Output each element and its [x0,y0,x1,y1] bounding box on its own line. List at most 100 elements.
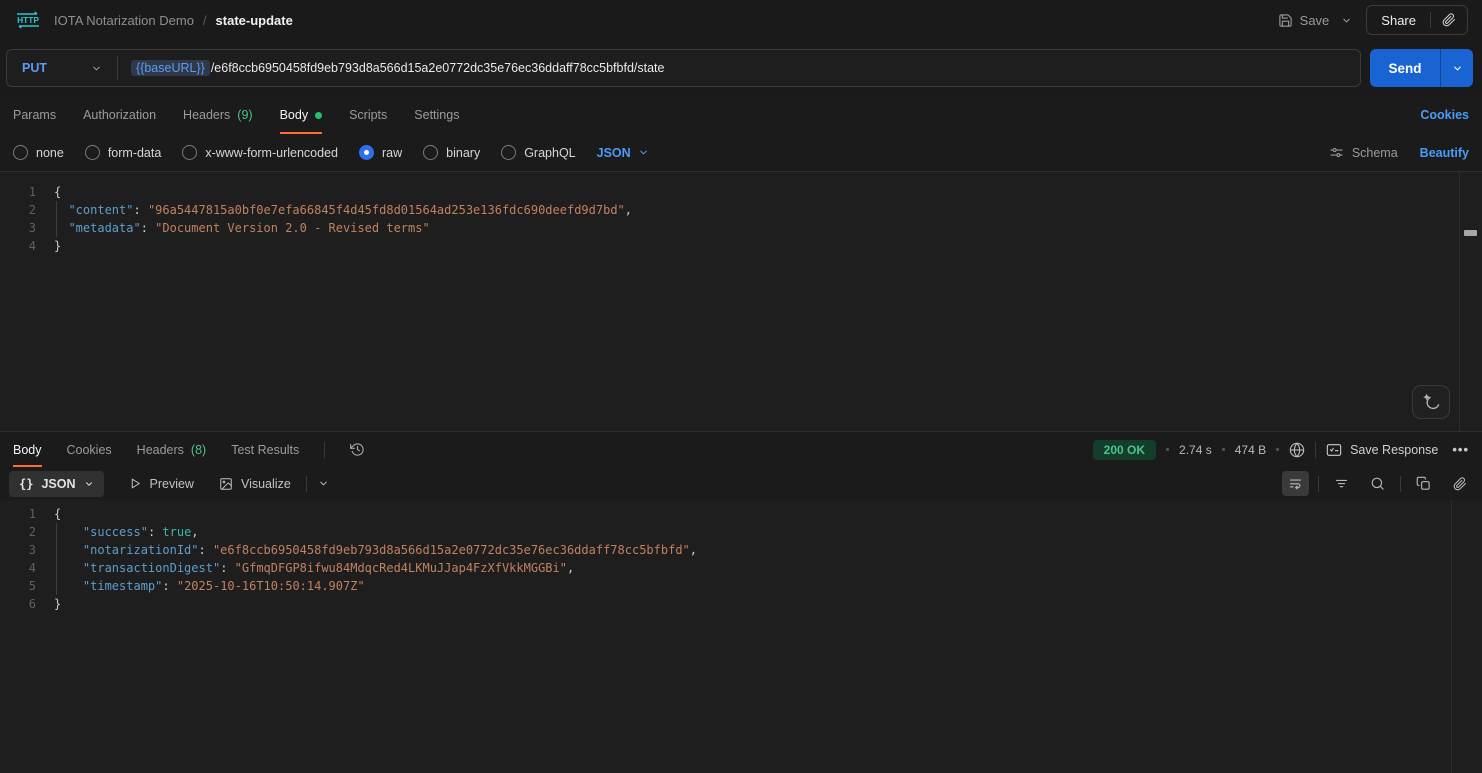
line-number: 3 [28,543,36,557]
response-tab-test-results[interactable]: Test Results [231,432,299,467]
chevron-down-icon [320,481,327,486]
wrap-text-icon [1289,479,1302,490]
line-number: 1 [28,507,36,521]
breadcrumb-request-name[interactable]: state-update [216,13,293,28]
meta-divider [1315,441,1317,458]
response-time[interactable]: 2.74 s [1179,443,1212,457]
share-button-group: Share [1366,5,1468,35]
braces-icon: {} [19,476,34,491]
copy-link-button[interactable] [1431,13,1467,27]
body-mode-row: none form-data x-www-form-urlencoded raw… [0,134,1482,172]
copy-response-button[interactable] [1410,471,1437,496]
save-label: Save [1299,12,1330,28]
status-badge[interactable]: 200 OK [1092,439,1157,460]
base-url-variable[interactable]: {{baseURL}} [131,60,210,76]
url-input[interactable]: {{baseURL}} /e6f8ccb6950458fd9eb793d8a56… [118,60,677,76]
postbot-sparkle-icon [1423,393,1440,410]
network-info-button[interactable] [1289,441,1305,458]
radio-icon [182,145,198,160]
response-tab-headers[interactable]: Headers (8) [137,432,207,467]
beautify-button[interactable]: Beautify [1420,146,1469,160]
link-icon [1442,13,1456,27]
play-icon [131,478,140,489]
request-body-editor[interactable]: 1{2 "content": "96a5447815a0bf0e7efa6684… [0,172,1482,431]
preview-button[interactable]: Preview [129,477,194,491]
indent-guide [56,523,57,595]
response-headers-count-badge: (8) [190,442,207,457]
meta-separator-dot [1166,448,1170,451]
postbot-assistant-button[interactable] [1412,385,1450,419]
method-dropdown[interactable]: PUT [7,61,117,75]
mode-graphql[interactable]: GraphQL [501,145,576,160]
indent-guide [56,201,57,237]
tab-headers[interactable]: Headers (9) [183,96,253,134]
radio-checked-icon [359,145,374,160]
search-button[interactable] [1364,471,1391,496]
response-more-actions-button[interactable]: ••• [1452,442,1469,457]
response-toolbar: {} JSON Preview Visualize [0,467,1482,500]
filter-button[interactable] [1328,471,1355,496]
tab-params[interactable]: Params [13,96,56,134]
code-line: 1{ [0,505,1482,523]
radio-icon [423,145,439,160]
code-line: 4 "transactionDigest": "GfmqDFGP8ifwu84M… [0,559,1482,577]
chevron-down-icon [1453,66,1461,70]
send-options-button[interactable] [1440,49,1473,87]
meta-separator-dot [1221,448,1225,451]
send-button-group: Send [1370,49,1473,87]
url-field: PUT {{baseURL}} /e6f8ccb6950458fd9eb793d… [6,49,1361,87]
globe-icon [1289,441,1305,458]
mode-none[interactable]: none [13,145,64,160]
editor-scrollbar-thumb[interactable] [1464,230,1477,236]
response-tab-cookies[interactable]: Cookies [67,432,112,467]
cookies-link[interactable]: Cookies [1420,108,1469,122]
mode-form-data[interactable]: form-data [84,145,161,160]
meta-separator-dot [1276,448,1280,451]
mode-binary[interactable]: binary [423,145,480,160]
response-history-button[interactable] [350,442,365,457]
save-icon [1278,13,1292,27]
line-number: 1 [28,185,36,199]
response-link-button[interactable] [1446,471,1473,496]
tab-settings[interactable]: Settings [414,96,459,134]
line-number: 4 [28,239,36,253]
response-size[interactable]: 474 B [1235,443,1266,457]
save-button[interactable]: Save [1278,12,1330,28]
code-line: 3 "metadata": "Document Version 2.0 - Re… [0,219,1482,237]
tools-divider [1318,475,1319,492]
line-number: 6 [28,597,36,611]
link-icon [1453,476,1466,490]
format-options-chevron[interactable] [318,478,329,489]
tab-body[interactable]: Body [279,96,323,134]
save-options-chevron[interactable] [1341,15,1352,26]
code-line: 5 "timestamp": "2025-10-16T10:50:14.907Z… [0,577,1482,595]
mode-x-www-form-urlencoded[interactable]: x-www-form-urlencoded [182,145,338,160]
wrap-text-button[interactable] [1282,471,1309,496]
schema-button[interactable]: Schema [1329,145,1398,160]
response-body-viewer[interactable]: 1{2 "success": true, 3 "notarizationId": … [0,500,1482,773]
mode-raw[interactable]: raw [359,145,402,160]
tools-divider [1400,475,1401,492]
request-body-code: 1{2 "content": "96a5447815a0bf0e7efa6684… [0,183,1482,255]
save-response-button[interactable]: Save Response [1326,443,1438,457]
response-tab-body[interactable]: Body [13,432,42,467]
chevron-down-icon [93,66,100,70]
chevron-down-icon [639,150,647,155]
http-request-icon: HTTP [17,11,39,29]
send-button[interactable]: Send [1370,49,1440,87]
tab-scripts[interactable]: Scripts [349,96,387,134]
breadcrumb-separator: / [202,12,207,28]
visualize-button[interactable]: Visualize [219,477,291,491]
raw-language-dropdown[interactable]: JSON [597,146,649,160]
toolbar-divider [305,475,307,492]
share-button[interactable]: Share [1367,13,1430,28]
response-format-dropdown[interactable]: {} JSON [9,470,104,497]
copy-icon [1416,476,1430,490]
breadcrumb-collection[interactable]: IOTA Notarization Demo [54,13,194,28]
radio-icon [84,145,100,160]
tab-authorization[interactable]: Authorization [83,96,156,134]
radio-icon [13,145,28,160]
code-line: 2 "content": "96a5447815a0bf0e7efa66845f… [0,201,1482,219]
request-header-bar: HTTP IOTA Notarization Demo / state-upda… [0,0,1482,40]
request-tabs: Params Authorization Headers (9) Body Sc… [0,96,1482,134]
